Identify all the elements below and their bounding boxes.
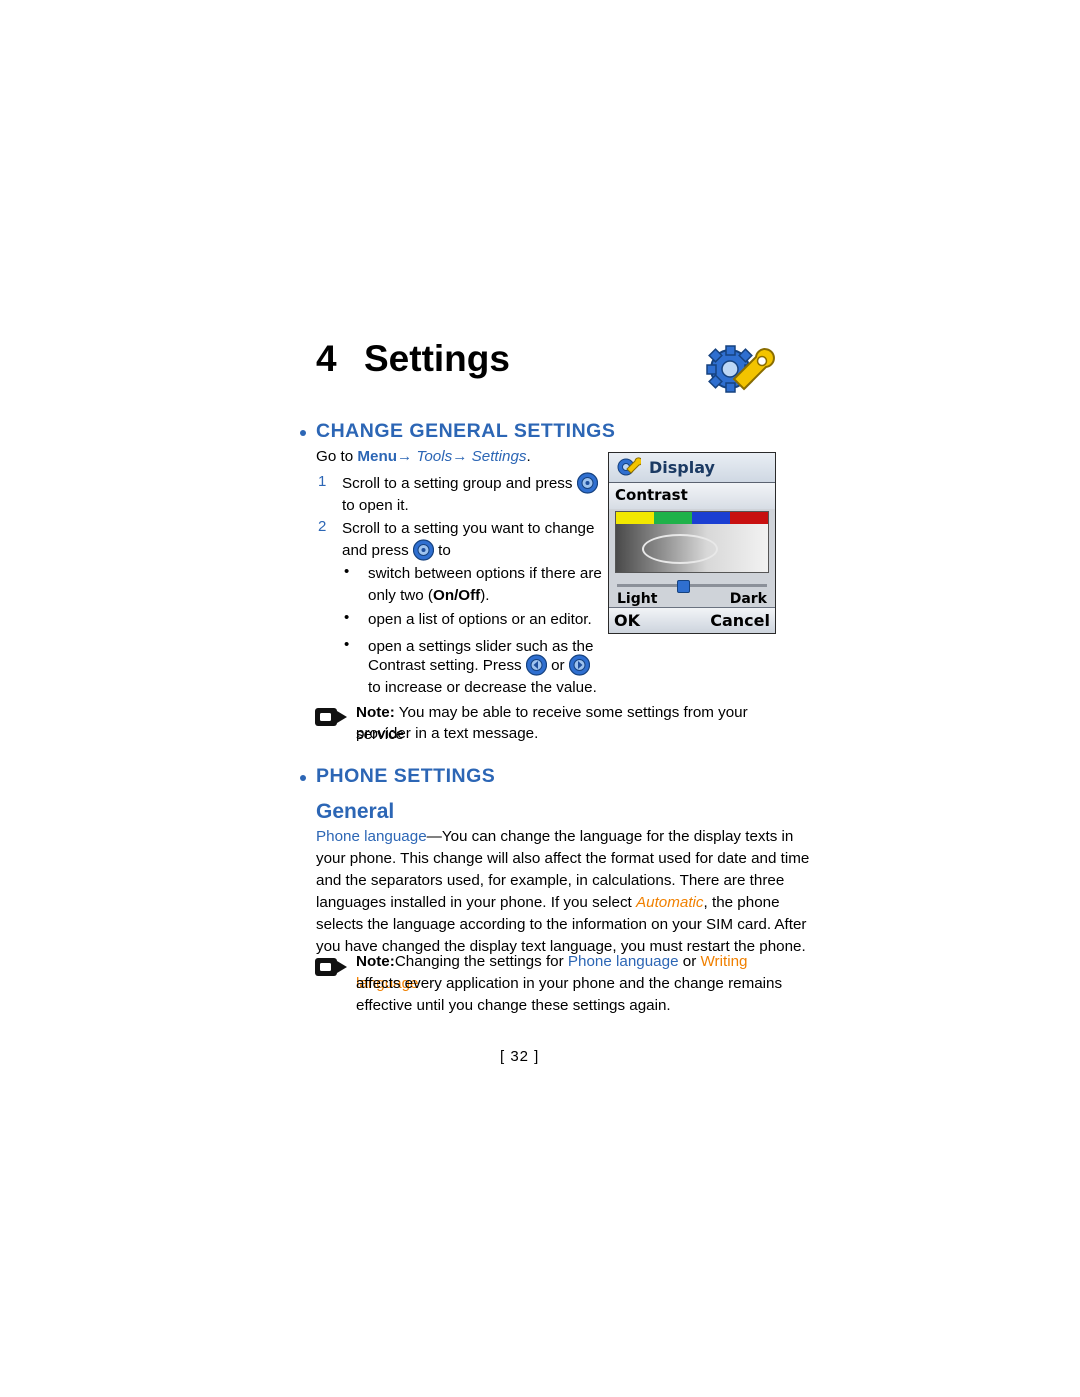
bullet-dot-3: •: [344, 636, 350, 653]
page-number: [ 32 ]: [500, 1048, 540, 1065]
phone-screenshot-subtitle-bar: Contrast: [609, 483, 775, 509]
softkey-bar: OK Cancel: [609, 607, 775, 633]
menu-path-tools: Tools: [416, 448, 453, 465]
heading-bullet-phone-settings: [300, 775, 306, 781]
phone-language-paragraph-line-5: selects the language according to the in…: [316, 916, 807, 933]
note-2-line-3: effective until you change these setting…: [356, 997, 671, 1014]
phone-language-paragraph-line-1: Phone language—You can change the langua…: [316, 826, 796, 848]
note-2-label: Note:: [356, 953, 395, 970]
phone-screenshot-subtitle: Contrast: [615, 486, 688, 504]
bullet-3-text-a: Contrast setting. Press: [368, 657, 522, 674]
heading-phone-settings: PHONE SETTINGS: [316, 765, 496, 787]
note-icon: [314, 705, 348, 729]
bullet-dot-1: •: [344, 563, 350, 580]
bullet-1-text-b: ).: [480, 587, 490, 604]
note-2-line-2: affects every application in your phone …: [356, 975, 783, 992]
menu-path-arrow-1: →: [397, 448, 413, 465]
menu-path-settings: Settings: [471, 448, 527, 465]
manual-page: 4 Settings CHANGE GENERAL SETTINGS Go to…: [0, 0, 1080, 1397]
bullet-1-line-1: switch between options if there are: [368, 565, 602, 582]
slider-track: [617, 584, 767, 587]
bullet-3-line-2: Contrast setting. Press or: [368, 654, 628, 677]
automatic-value: Automatic: [636, 894, 704, 911]
left-arrow-key-icon: [525, 654, 547, 676]
bullet-1-line-2: only two (On/Off).: [368, 585, 490, 607]
chapter-title: Settings: [364, 338, 510, 379]
bullet-1-onoff: On/Off: [433, 587, 481, 604]
note-icon: [314, 955, 348, 979]
note-2-text-a: Changing the settings for: [394, 953, 568, 970]
color-bar: [616, 512, 768, 524]
heading-bullet-change-general: [300, 430, 306, 436]
phone-language-text-4a: languages installed in your phone. If yo…: [316, 894, 636, 911]
subheading-general: General: [316, 800, 395, 823]
menu-path-prefix: Go to: [316, 448, 358, 465]
note-2-text-mid: or: [678, 953, 701, 970]
step-1-number: 1: [318, 473, 327, 490]
phone-language-dash: —: [426, 828, 442, 845]
softkey-cancel[interactable]: Cancel: [710, 611, 770, 630]
phone-screenshot-titlebar: Display: [609, 453, 775, 483]
navigation-key-icon: [576, 472, 598, 494]
phone-screenshot-title: Display: [649, 458, 715, 477]
bullet-2-line-1: open a list of options or an editor.: [368, 611, 592, 628]
bullet-3-line-3: to increase or decrease the value.: [368, 679, 597, 696]
step-1-line-2: to open it.: [342, 497, 409, 514]
menu-path-period: .: [526, 448, 531, 465]
slider-right-label: Dark: [729, 591, 767, 607]
step-1-line-1: Scroll to a setting group and press: [342, 472, 602, 495]
bullet-dot-2: •: [344, 609, 350, 626]
step-2-text-a: and press: [342, 542, 409, 559]
display-settings-icon: [615, 456, 643, 478]
step-2-number: 2: [318, 518, 327, 535]
slider-left-label: Light: [617, 591, 658, 607]
note-1-line-2: provider in a text message.: [356, 725, 539, 742]
heading-change-general-settings: CHANGE GENERAL SETTINGS: [316, 420, 616, 442]
phone-language-paragraph-line-2: your phone. This change will also affect…: [316, 850, 810, 867]
step-2-line-1: Scroll to a setting you want to change: [342, 520, 595, 537]
phone-language-text-1: You can change the language for the disp…: [441, 828, 794, 845]
menu-path-arrow-2: →: [452, 448, 468, 465]
step-1-text-a: Scroll to a setting group and press: [342, 475, 573, 492]
bullet-3-or: or: [551, 657, 565, 674]
note-2-link-phone-language: Phone language: [567, 953, 679, 970]
bullet-1-text-a: only two (: [368, 587, 433, 604]
step-2-text-b: to: [438, 542, 451, 559]
phone-language-text-4b: , the phone: [703, 894, 780, 911]
menu-path-menu: Menu: [357, 448, 398, 465]
note-1-label: Note:: [356, 704, 395, 721]
preview-oval: [642, 534, 718, 564]
navigation-key-icon: [412, 539, 434, 561]
step-2-line-2: and press to: [342, 539, 602, 562]
chapter-number: 4: [316, 338, 337, 379]
softkey-ok[interactable]: OK: [614, 611, 640, 630]
gear-icon: [700, 345, 778, 401]
phone-language-paragraph-line-4: languages installed in your phone. If yo…: [316, 892, 796, 914]
phone-screenshot: Display Contrast Light Dark OK Cancel: [608, 452, 776, 634]
phone-language-paragraph-line-3: and the separators used, for example, in…: [316, 872, 785, 889]
right-arrow-key-icon: [568, 654, 590, 676]
phone-language-term: Phone language: [316, 828, 427, 845]
contrast-preview-image: [615, 511, 769, 573]
contrast-slider[interactable]: Light Dark: [615, 579, 769, 609]
slider-knob[interactable]: [677, 580, 690, 593]
